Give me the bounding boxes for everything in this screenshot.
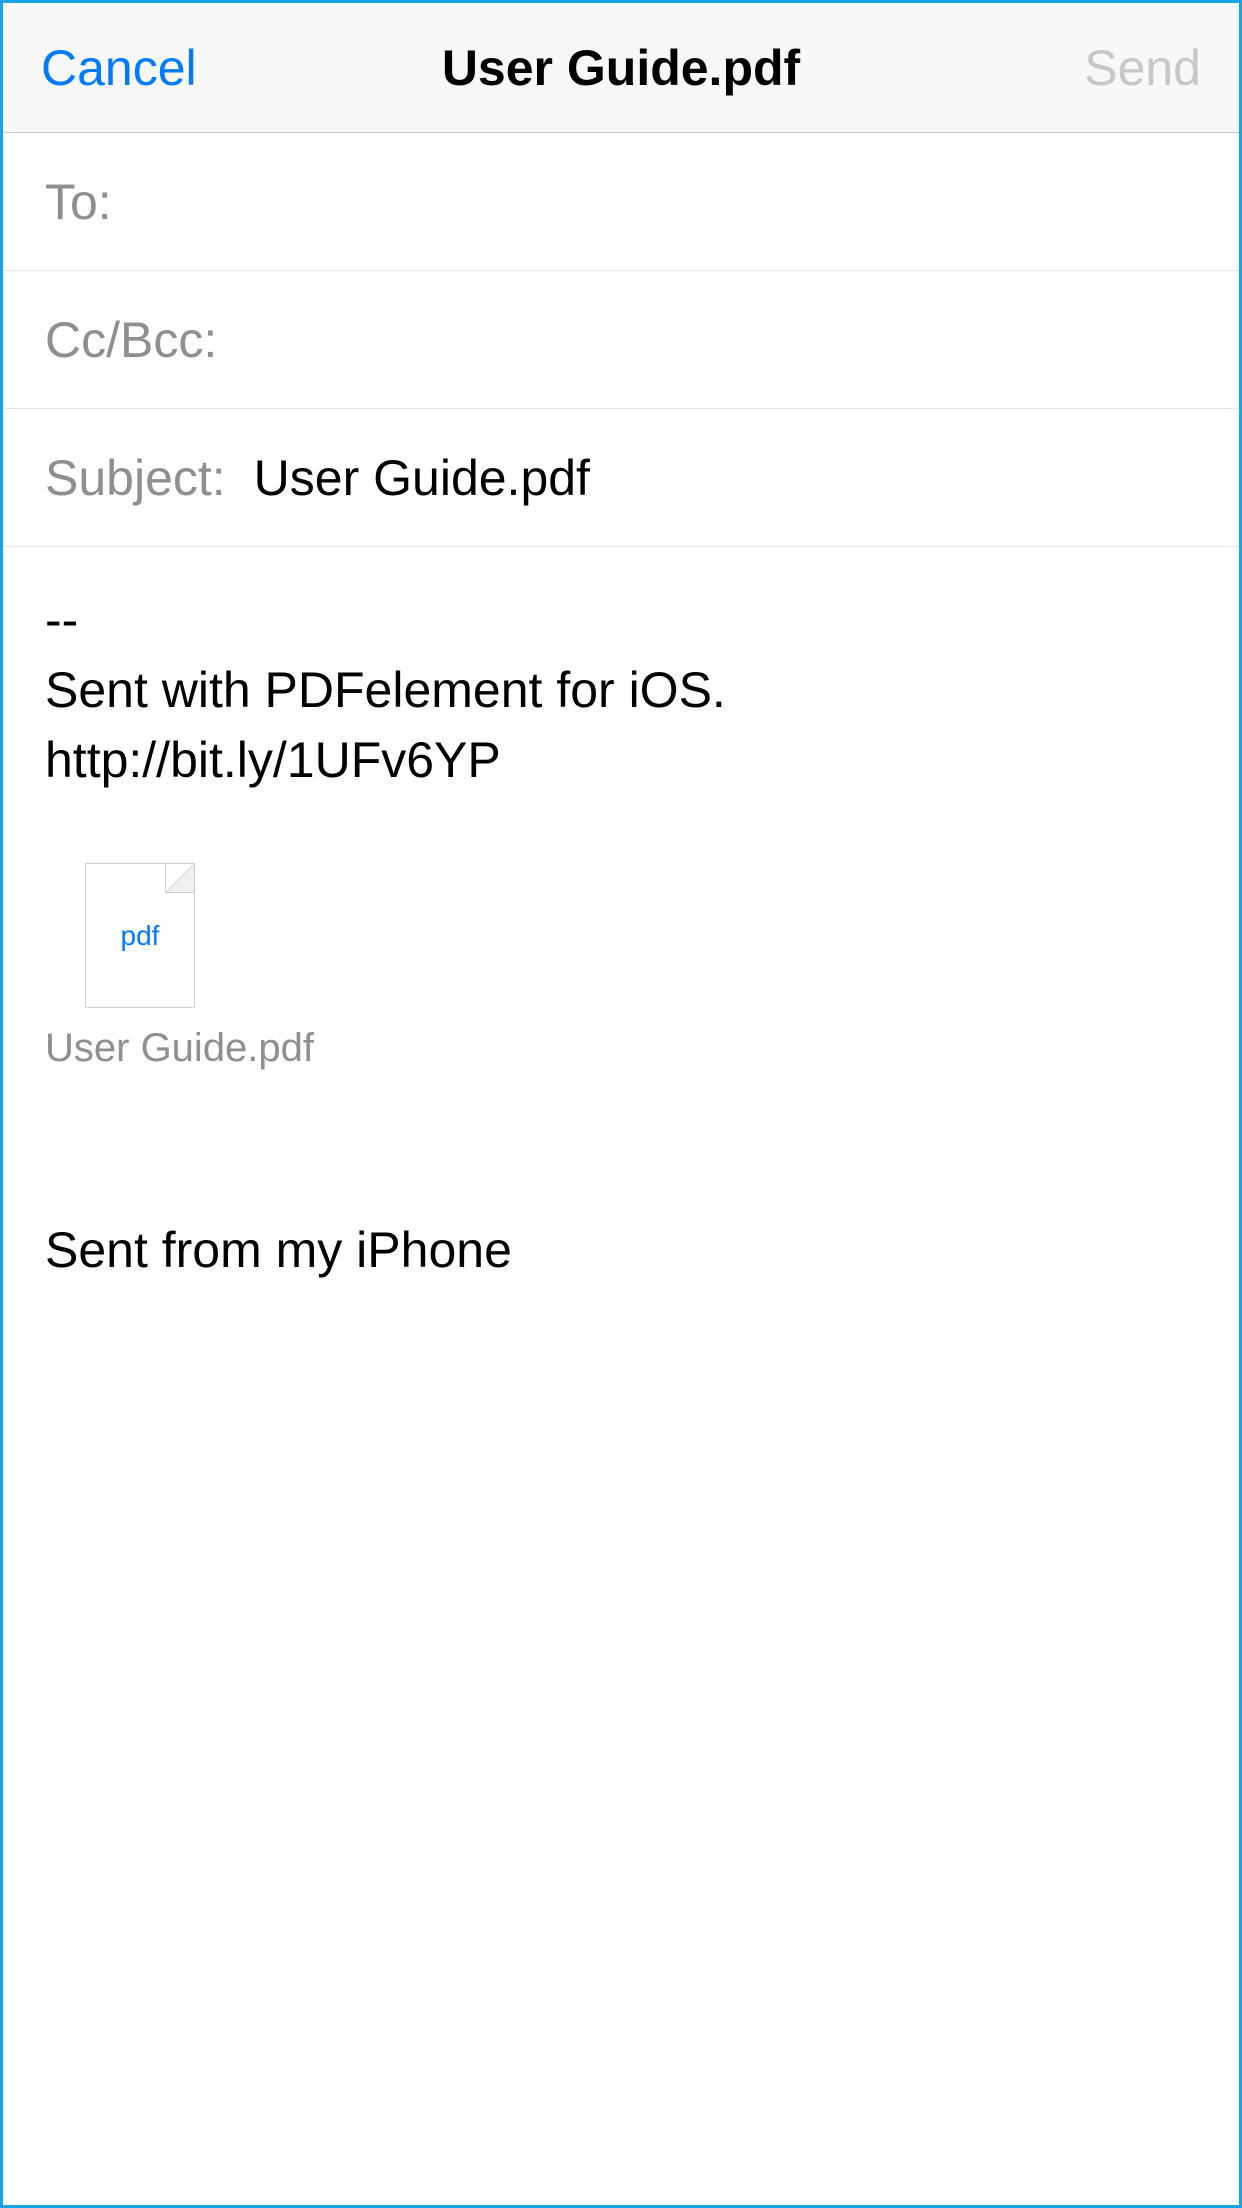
- attachment-container: pdf User Guide.pdf: [3, 833, 1239, 1091]
- email-body[interactable]: -- Sent with PDFelement for iOS. http://…: [3, 547, 1239, 833]
- body-text[interactable]: -- Sent with PDFelement for iOS. http://…: [45, 585, 1197, 795]
- file-type-label: pdf: [121, 920, 160, 952]
- subject-value[interactable]: User Guide.pdf: [254, 449, 590, 507]
- to-input[interactable]: [130, 173, 1197, 231]
- navigation-bar: Cancel User Guide.pdf Send: [3, 3, 1239, 133]
- send-button[interactable]: Send: [1084, 39, 1201, 97]
- cancel-button[interactable]: Cancel: [41, 39, 197, 97]
- ccbcc-field-row[interactable]: Cc/Bcc:: [3, 271, 1239, 409]
- pdf-file-icon: pdf: [85, 863, 195, 1008]
- email-signature[interactable]: Sent from my iPhone: [3, 1091, 1239, 1317]
- signature-text: Sent from my iPhone: [45, 1222, 512, 1278]
- ccbcc-label: Cc/Bcc:: [45, 311, 217, 369]
- to-field-row[interactable]: To:: [3, 133, 1239, 271]
- to-label: To:: [45, 173, 112, 231]
- subject-label: Subject:: [45, 449, 226, 507]
- attachment-item[interactable]: pdf: [45, 863, 195, 1008]
- page-title: User Guide.pdf: [442, 39, 800, 97]
- subject-field-row[interactable]: Subject: User Guide.pdf: [3, 409, 1239, 547]
- ccbcc-input[interactable]: [235, 311, 1197, 369]
- compose-form: To: Cc/Bcc: Subject: User Guide.pdf -- S…: [3, 133, 1239, 1317]
- attachment-filename: User Guide.pdf: [45, 1026, 1197, 1071]
